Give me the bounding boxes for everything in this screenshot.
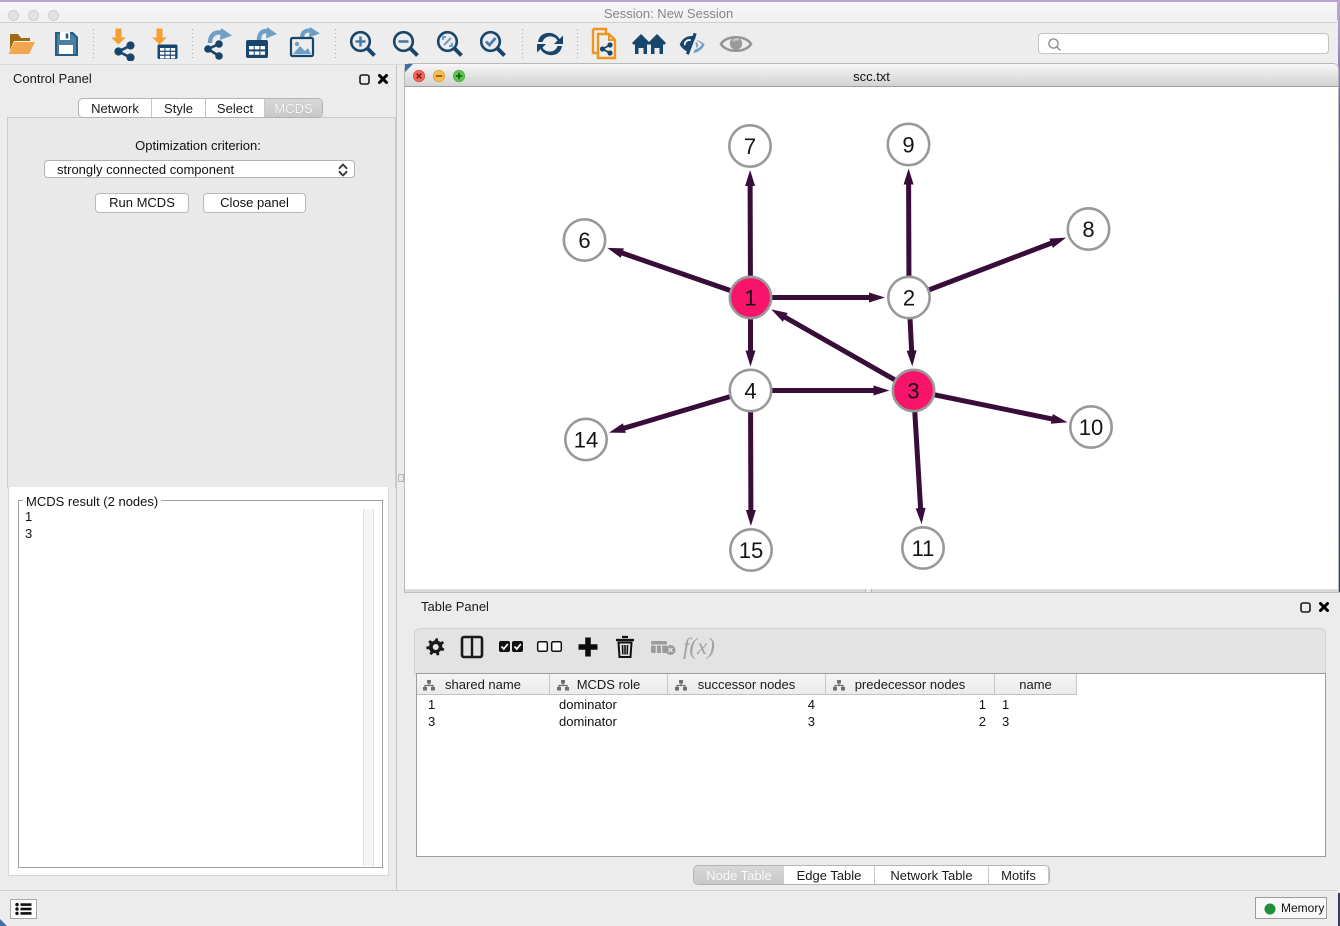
svg-text:9: 9	[902, 133, 914, 158]
svg-text:3: 3	[907, 379, 919, 404]
svg-text:15: 15	[739, 538, 763, 563]
svg-text:6: 6	[578, 228, 590, 253]
svg-text:2: 2	[903, 286, 915, 311]
svg-text:7: 7	[744, 134, 756, 159]
svg-text:10: 10	[1079, 415, 1103, 440]
svg-text:4: 4	[744, 379, 756, 404]
svg-text:1: 1	[744, 286, 756, 311]
svg-text:8: 8	[1082, 217, 1094, 242]
svg-text:11: 11	[912, 536, 935, 561]
svg-text:14: 14	[574, 428, 598, 453]
